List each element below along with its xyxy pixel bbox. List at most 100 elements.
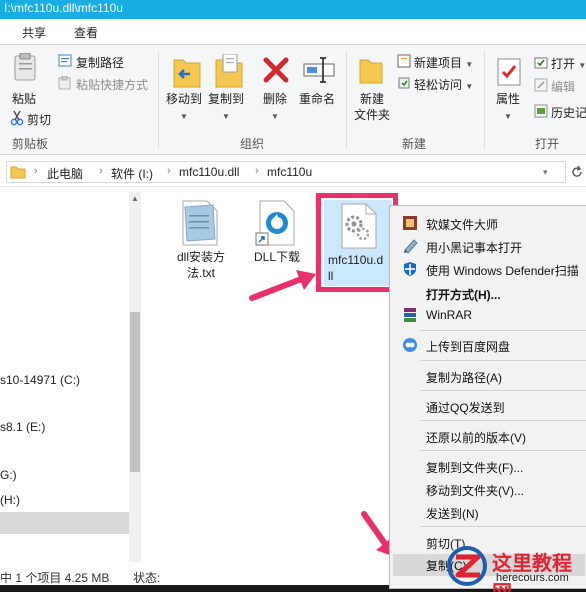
dropdown-caret-icon: ▼ — [465, 82, 474, 91]
copy-to-label: 复制到 — [208, 92, 245, 106]
dropdown-caret-icon: ▼ — [465, 60, 474, 69]
file-label: dll安装方 法.txt — [168, 249, 234, 281]
status-label: 状态: — [133, 571, 161, 585]
window-title: I:\mfc110u.dll\mfc110u — [4, 1, 123, 15]
address-box[interactable]: › 此电脑 › 软件 (I:) › mfc110u.dll › mfc110u … — [6, 161, 566, 183]
dropdown-caret-icon: ▼ — [271, 112, 279, 121]
chevron-down-icon[interactable]: ▾ — [543, 167, 548, 178]
text-file-icon[interactable] — [177, 199, 221, 247]
open-group-label: 打开 — [535, 137, 560, 151]
menu-item-restore-versions[interactable]: 还原以前的版本(V) — [426, 429, 526, 446]
baidu-netdisk-icon — [403, 338, 417, 352]
clipboard-group-label: 剪贴板 — [12, 137, 49, 151]
rename-button[interactable]: 重命名 — [299, 91, 335, 107]
scissors-icon — [10, 110, 24, 126]
properties-label: 属性 — [496, 92, 521, 106]
ruanmei-master-icon — [403, 216, 417, 230]
ribbon-tabs: 共享 查看 — [0, 19, 586, 45]
paste-shortcut-button[interactable]: 粘贴快捷方式 — [76, 76, 148, 93]
breadcrumb-this-pc[interactable]: 此电脑 — [47, 165, 83, 182]
winrar-icon — [404, 308, 416, 322]
title-bar: I:\mfc110u.dll\mfc110u — [0, 0, 586, 19]
paste-icon[interactable] — [13, 53, 37, 81]
dropdown-caret-icon: ▼ — [222, 112, 230, 121]
new-item-button[interactable]: 新建项目 ▼ — [414, 54, 473, 71]
easy-access-button[interactable]: 轻松访问 ▼ — [414, 76, 473, 93]
breadcrumb-current[interactable]: mfc110u — [267, 165, 312, 179]
open-button[interactable]: 打开 ▼ — [551, 55, 586, 72]
new-item-icon — [397, 54, 411, 68]
selection-status: 中 1 个项目 4.25 MB — [0, 571, 110, 585]
menu-item-open-with[interactable]: 打开方式(H)... — [426, 286, 501, 303]
tab-share[interactable]: 共享 — [22, 24, 46, 41]
organize-group-label: 组织 — [240, 137, 265, 151]
ribbon-separator — [158, 51, 159, 149]
annotation-arrow-icon — [249, 270, 316, 301]
easy-access-icon — [398, 77, 410, 89]
file-name-line: DLL下载 — [253, 250, 300, 264]
ribbon: 粘贴 复制路径 粘贴快捷方式 剪切 剪贴板 移动到 ▼ 复制到 ▼ 删除 ▼ 重… — [0, 45, 586, 155]
copy-path-icon — [58, 54, 72, 67]
menu-item-baidu[interactable]: 上传到百度网盘 — [426, 338, 510, 355]
delete-label: 删除 — [263, 92, 288, 106]
menu-item-ruanmei[interactable]: 软媒文件大师 — [426, 216, 498, 233]
properties-icon[interactable] — [496, 57, 522, 87]
properties-button[interactable]: 属性 ▼ — [496, 91, 520, 125]
nav-item-drive-h[interactable]: (H:) — [0, 493, 20, 507]
menu-item-move-to-folder[interactable]: 移动到文件夹(V)... — [426, 482, 524, 499]
menu-item-notepad[interactable]: 用小黑记事本打开 — [426, 239, 522, 256]
cut-button[interactable]: 剪切 — [27, 111, 51, 128]
nav-item-drive-c[interactable]: s10-14971 (C:) — [0, 373, 80, 387]
new-item-label: 新建项目 — [414, 56, 463, 70]
new-group-label: 新建 — [402, 137, 427, 151]
copy-path-button[interactable]: 复制路径 — [76, 54, 124, 71]
menu-separator — [420, 526, 586, 527]
dropdown-caret-icon: ▼ — [180, 112, 188, 121]
ribbon-separator — [346, 51, 347, 149]
menu-item-copy-as-path[interactable]: 复制为路径(A) — [426, 369, 502, 386]
chevron-right-icon: › — [99, 165, 103, 177]
menu-separator — [420, 450, 586, 451]
dropdown-caret-icon: ▼ — [504, 112, 512, 121]
chevron-right-icon: › — [167, 165, 171, 177]
nav-item-selected[interactable] — [0, 512, 129, 534]
copy-to-icon[interactable] — [214, 54, 244, 90]
delete-icon[interactable] — [263, 57, 289, 83]
nav-item-drive-g[interactable]: G:) — [0, 468, 17, 482]
move-to-icon[interactable] — [172, 54, 202, 90]
edit-icon — [534, 78, 548, 92]
easy-access-label: 轻松访问 — [414, 78, 463, 92]
menu-item-copy-to-folder[interactable]: 复制到文件夹(F)... — [426, 459, 523, 476]
menu-item-send-via-qq[interactable]: 通过QQ发送到 — [426, 399, 505, 416]
paste-shortcut-icon — [58, 76, 71, 90]
move-to-button[interactable]: 移动到 ▼ — [166, 91, 202, 125]
rename-icon[interactable] — [303, 57, 335, 83]
nav-item-drive-e[interactable]: s8.1 (E:) — [0, 420, 45, 434]
file-name-line: 法.txt — [186, 266, 215, 280]
ribbon-separator — [484, 51, 485, 149]
new-folder-button[interactable]: 新建 文件夹 — [354, 91, 390, 123]
menu-separator — [420, 360, 586, 361]
windows-defender-icon — [404, 262, 416, 276]
new-folder-icon[interactable] — [358, 55, 384, 85]
scroll-up-icon[interactable]: ▲ — [131, 194, 139, 203]
new-folder-label: 新建 — [360, 92, 385, 106]
tab-view[interactable]: 查看 — [74, 24, 98, 41]
edit-button[interactable]: 编辑 — [551, 78, 575, 95]
history-button[interactable]: 历史记 — [551, 104, 586, 121]
shortcut-icon[interactable] — [254, 199, 298, 247]
menu-item-defender[interactable]: 使用 Windows Defender扫描 — [426, 262, 579, 279]
delete-button[interactable]: 删除 ▼ — [263, 91, 287, 125]
paste-button[interactable]: 粘贴 — [12, 91, 36, 107]
watermark-logo-icon — [447, 546, 487, 586]
copy-to-button[interactable]: 复制到 ▼ — [208, 91, 244, 125]
breadcrumb-folder[interactable]: mfc110u.dll — [179, 165, 239, 179]
menu-item-send-to[interactable]: 发送到(N) — [426, 505, 479, 522]
navigation-pane: s10-14971 (C:) s8.1 (E:) G:) (H:) — [0, 187, 142, 567]
history-icon — [534, 104, 548, 118]
menu-separator — [420, 330, 586, 331]
menu-item-winrar[interactable]: WinRAR — [426, 308, 472, 322]
nav-scrollbar-thumb[interactable] — [130, 312, 140, 472]
breadcrumb-drive[interactable]: 软件 (I:) — [111, 165, 153, 182]
refresh-icon[interactable] — [570, 165, 584, 179]
